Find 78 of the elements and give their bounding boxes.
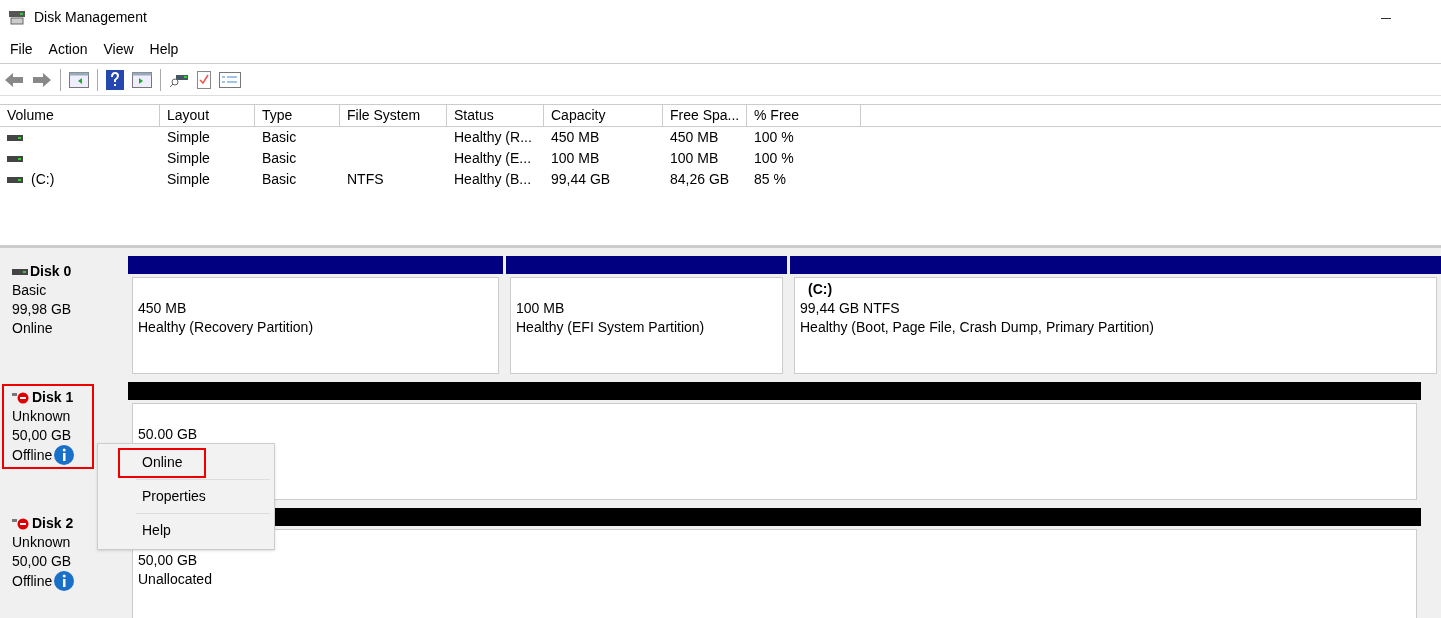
menu-item[interactable]: File	[2, 38, 41, 60]
partition-panel[interactable]: 450 MB Healthy (Recovery Partition)	[132, 277, 499, 374]
checklist-icon[interactable]	[197, 70, 211, 89]
properties-icon[interactable]	[219, 71, 241, 88]
column-header[interactable]: Capacity	[544, 105, 663, 126]
table-cell-text: Basic	[262, 149, 297, 168]
disk-type: Unknown	[12, 407, 72, 426]
info-icon	[54, 571, 75, 591]
menu-item[interactable]: Online	[118, 447, 207, 478]
drive-icon	[7, 154, 23, 163]
table-cell-text: 84,26 GB	[670, 170, 730, 189]
disk-name: Disk 0	[30, 262, 72, 281]
table-cell-text: 450 MB	[551, 128, 600, 147]
disk-size: 50,00 GB	[12, 426, 73, 445]
menu-item[interactable]: View	[95, 38, 142, 60]
table-cell-text: (C:)	[31, 170, 55, 189]
disk-type: Basic	[12, 281, 48, 300]
back-arrow-icon[interactable]	[4, 71, 24, 88]
table-cell-text: Healthy (R...	[454, 128, 532, 147]
table-cell-text: 99,44 GB	[551, 170, 611, 189]
disk-size: 50,00 GB	[12, 552, 73, 571]
table-cell-text: 100 MB	[670, 149, 719, 168]
forward-arrow-icon[interactable]	[32, 71, 52, 88]
partition-label: (C:)	[808, 281, 833, 297]
offline-disk-icon	[12, 516, 30, 531]
console-tree-icon[interactable]	[69, 71, 89, 88]
drive-icon	[12, 267, 28, 276]
drive-icon	[7, 175, 23, 184]
info-icon	[54, 445, 75, 465]
disk-size: 99,98 GB	[12, 300, 73, 319]
table-cell-text: Healthy (B...	[454, 170, 532, 189]
disk-status: Offline	[12, 445, 53, 465]
partition-size: 99,44 GB NTFS	[800, 299, 901, 318]
partition-status: Healthy (EFI System Partition)	[516, 318, 706, 337]
drive-icon	[7, 133, 23, 142]
partition-size: 50.00 GB	[138, 425, 199, 444]
table-cell-text: Simple	[167, 170, 210, 189]
partition-size: 50,00 GB	[138, 551, 199, 570]
column-header[interactable]: Type	[255, 105, 340, 126]
table-cell-text: 100 MB	[551, 149, 600, 168]
app-icon	[8, 9, 26, 26]
help-icon[interactable]	[106, 69, 124, 90]
partition-panel[interactable]: (C:) 99,44 GB NTFS Healthy (Boot, Page File, Crash Dump, Primary Partition)	[794, 277, 1437, 374]
menu-item[interactable]: Action	[40, 38, 96, 60]
table-cell-text: 100 %	[754, 128, 794, 147]
partition-status: Unallocated	[138, 570, 213, 589]
disk-status: Offline	[12, 571, 53, 591]
table-cell-text: NTFS	[347, 170, 384, 189]
partition-size: 450 MB	[138, 299, 188, 318]
offline-disk-icon	[12, 390, 30, 405]
table-cell-text: Healthy (E...	[454, 149, 532, 168]
disk-name: Disk 2	[32, 514, 74, 533]
disk-status: Online	[12, 319, 53, 338]
column-header[interactable]: File System	[340, 105, 447, 126]
menu-item[interactable]: Help	[141, 38, 187, 60]
action-pane-icon[interactable]	[132, 71, 152, 88]
column-header[interactable]: Layout	[160, 105, 255, 126]
column-header[interactable]: Volume	[0, 105, 160, 126]
table-cell-text: Basic	[262, 128, 297, 147]
column-header[interactable]: Status	[447, 105, 544, 126]
table-cell-text: 85 %	[754, 170, 786, 189]
partition-status: Healthy (Recovery Partition)	[138, 318, 315, 337]
disk-label[interactable]: Disk 2 Unknown 50,00 GB Offline	[2, 510, 94, 595]
disk-label[interactable]: Disk 0 Basic 99,98 GB Online	[2, 258, 94, 342]
window-title: Disk Management	[34, 8, 147, 27]
table-cell-text: Simple	[167, 128, 210, 147]
table-cell-text: 450 MB	[670, 128, 719, 147]
disk-name: Disk 1	[32, 388, 74, 407]
partition-panel[interactable]: 100 MB Healthy (EFI System Partition)	[510, 277, 783, 374]
partition-status: Healthy (Boot, Page File, Crash Dump, Primary Partition)	[800, 318, 1155, 337]
table-cell-text: Basic	[262, 170, 297, 189]
column-header[interactable]: % Free	[747, 105, 861, 126]
column-header[interactable]: Free Spa...	[663, 105, 747, 126]
table-cell-text: Simple	[167, 149, 210, 168]
table-cell-text: 100 %	[754, 149, 794, 168]
disk-type: Unknown	[12, 533, 72, 552]
disk-label[interactable]: Disk 1 Unknown 50,00 GB Offline	[2, 384, 94, 469]
partition-size: 100 MB	[516, 299, 566, 318]
